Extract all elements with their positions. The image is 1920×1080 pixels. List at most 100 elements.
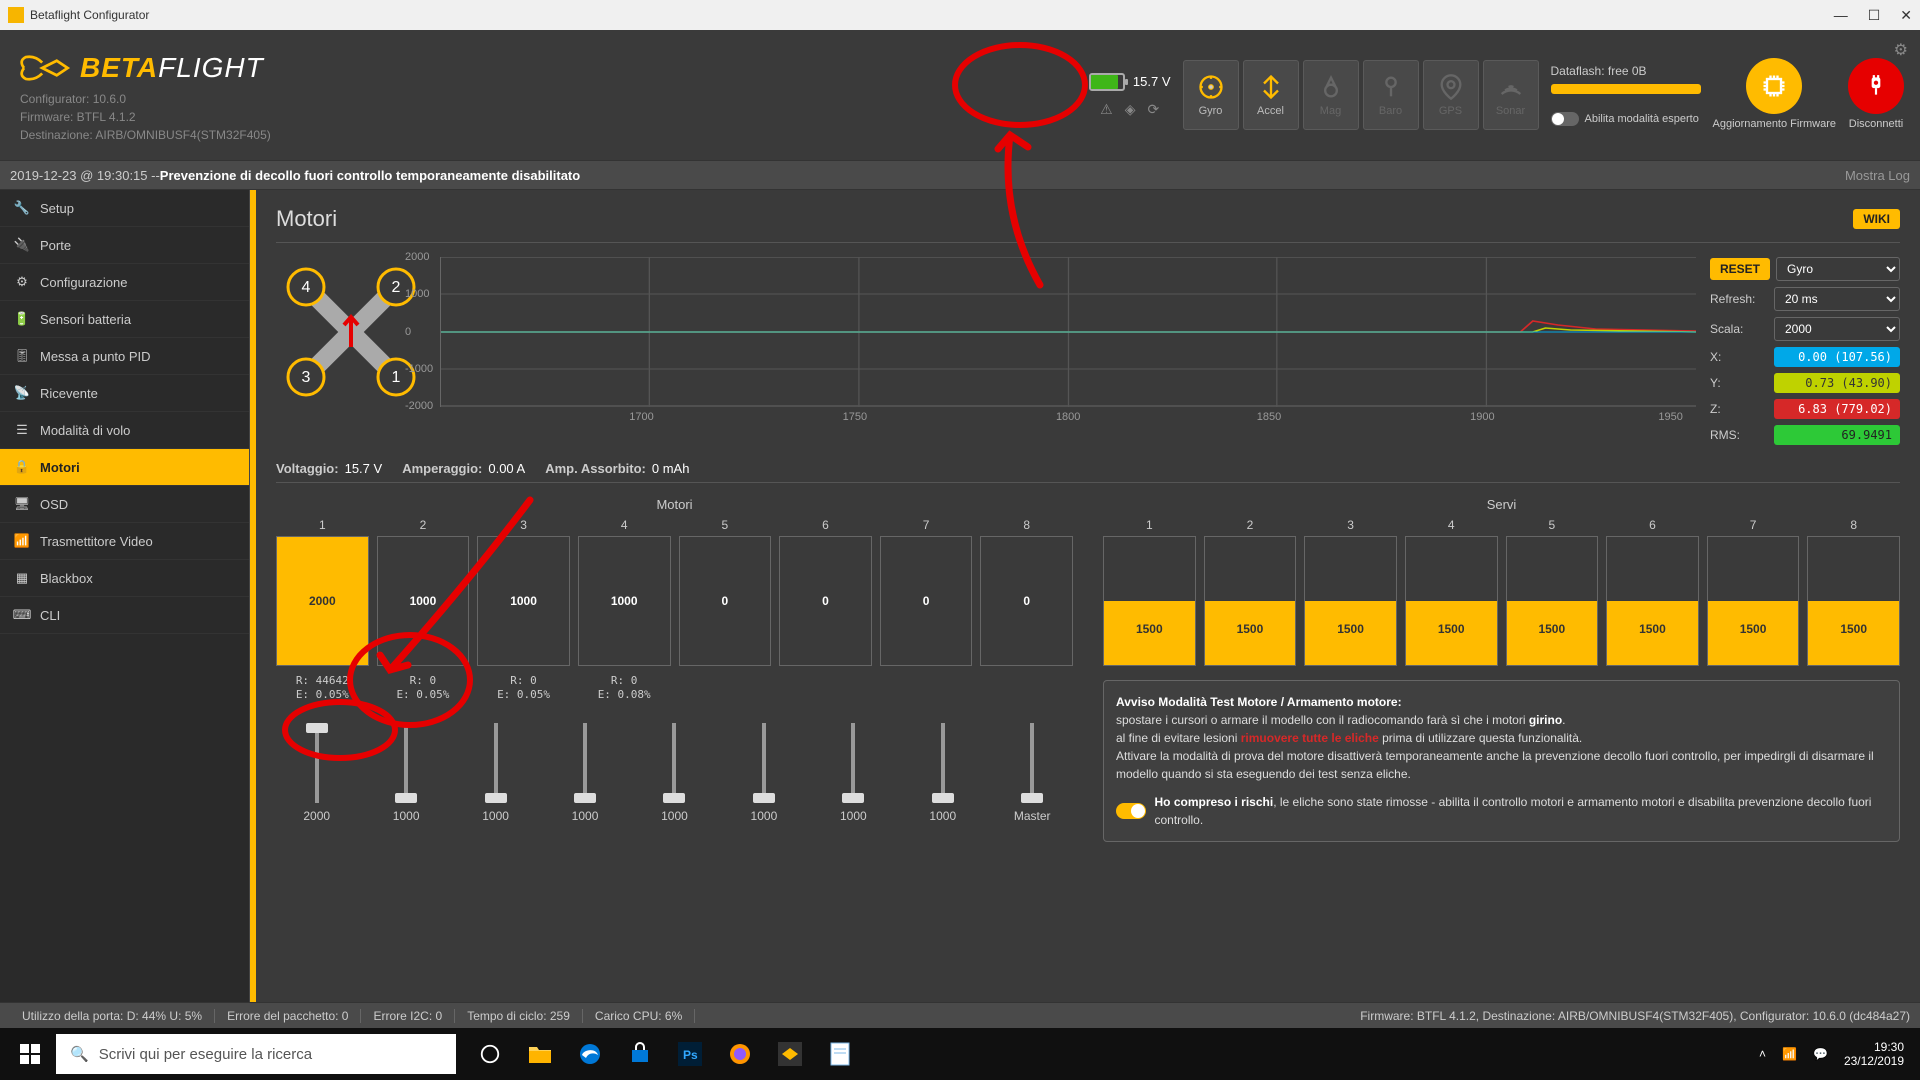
- brand-logo: BETAFLIGHT: [16, 48, 271, 88]
- window-title: Betaflight Configurator: [30, 8, 1834, 22]
- motor-slider-7[interactable]: 1000: [813, 723, 894, 823]
- firmware-version: Firmware: BTFL 4.1.2: [20, 110, 271, 124]
- cortana-icon[interactable]: [466, 1030, 514, 1078]
- sliders-icon: 🎚: [14, 348, 30, 364]
- sidebar-item-batteria[interactable]: 🔋Sensori batteria: [0, 301, 249, 338]
- refresh-select[interactable]: 20 ms: [1774, 287, 1900, 311]
- mah-value: 0 mAh: [652, 461, 690, 476]
- servo-bar-8: 81500: [1807, 518, 1900, 666]
- explorer-icon[interactable]: [516, 1030, 564, 1078]
- sidebar-item-porte[interactable]: 🔌Porte: [0, 227, 249, 264]
- action-center-icon[interactable]: 💬: [1813, 1047, 1828, 1061]
- photoshop-icon[interactable]: Ps: [666, 1030, 714, 1078]
- disconnect-button[interactable]: Disconnetti: [1848, 58, 1904, 131]
- motor-slider-8[interactable]: 1000: [902, 723, 983, 823]
- sidebar-item-blackbox[interactable]: ▦Blackbox: [0, 560, 249, 597]
- packet-error: Errore del pacchetto: 0: [215, 1009, 361, 1023]
- sensor-mag: Mag: [1303, 60, 1359, 130]
- motor-slider-2[interactable]: 1000: [365, 723, 446, 823]
- configurator-version: Configurator: 10.6.0: [20, 92, 271, 106]
- motor-slider-3[interactable]: 1000: [455, 723, 536, 823]
- lock-icon: 🔒: [14, 459, 30, 475]
- gear-icon: ⚙: [14, 274, 30, 290]
- axis-z-value: 6.83 (779.02): [1774, 399, 1900, 419]
- motor-slider-6[interactable]: 1000: [723, 723, 804, 823]
- link-icon: ◈: [1125, 101, 1136, 118]
- waves-icon: 📶: [14, 533, 30, 549]
- sidebar-item-vtx[interactable]: 📶Trasmettitore Video: [0, 523, 249, 560]
- firmware-update-button[interactable]: Aggiornamento Firmware: [1713, 58, 1837, 131]
- window-close-button[interactable]: ✕: [1900, 7, 1912, 24]
- battery-icon: [1089, 73, 1125, 91]
- source-select[interactable]: Gyro: [1776, 257, 1900, 281]
- servos-panel: Servi 1150021500315004150051500615007150…: [1103, 497, 1900, 842]
- message-text: Prevenzione di decollo fuori controllo t…: [160, 168, 580, 183]
- system-clock[interactable]: 19:30 23/12/2019: [1844, 1040, 1904, 1069]
- show-log-button[interactable]: Mostra Log: [1845, 168, 1910, 183]
- reset-button[interactable]: RESET: [1710, 258, 1770, 280]
- understand-risks-toggle[interactable]: [1116, 803, 1146, 819]
- windows-taskbar: 🔍 Scrivi qui per eseguire la ricerca Ps …: [0, 1028, 1920, 1080]
- page-title: Motori: [276, 206, 337, 232]
- wrench-icon: 🔧: [14, 200, 30, 216]
- taskbar-search[interactable]: 🔍 Scrivi qui per eseguire la ricerca: [56, 1034, 456, 1074]
- refresh-icon[interactable]: ⟳: [1148, 101, 1160, 118]
- amperage-value: 0.00 A: [488, 461, 525, 476]
- wifi-icon[interactable]: 📶: [1782, 1047, 1797, 1061]
- sidebar-item-ricevente[interactable]: 📡Ricevente: [0, 375, 249, 412]
- expert-mode-toggle[interactable]: [1551, 112, 1579, 126]
- scale-select[interactable]: 2000: [1774, 317, 1900, 341]
- message-bar: 2019-12-23 @ 19:30:15 -- Prevenzione di …: [0, 160, 1920, 190]
- cpu-load: Carico CPU: 6%: [583, 1009, 695, 1023]
- wiki-button[interactable]: WIKI: [1853, 209, 1900, 229]
- servo-bar-1: 11500: [1103, 518, 1196, 666]
- battery-icon: 🔋: [14, 311, 30, 327]
- window-minimize-button[interactable]: —: [1834, 7, 1848, 24]
- port-usage: Utilizzo della porta: D: 44% U: 5%: [10, 1009, 215, 1023]
- start-button[interactable]: [6, 1030, 54, 1078]
- dataflash-bar: [1551, 84, 1701, 94]
- settings-icon[interactable]: ⚙: [1894, 40, 1908, 60]
- edge-icon[interactable]: [566, 1030, 614, 1078]
- status-bar: Utilizzo della porta: D: 44% U: 5% Error…: [0, 1002, 1920, 1028]
- warning-icon: ⚠: [1100, 101, 1113, 118]
- signal-icon: 📡: [14, 385, 30, 401]
- sensor-status-panel: GyroAccelMagBaroGPSSonar: [1183, 60, 1539, 130]
- motor-bar-4: 41000R: 0E: 0.08%: [578, 518, 671, 703]
- store-icon[interactable]: [616, 1030, 664, 1078]
- firmware-info: Firmware: BTFL 4.1.2, Destinazione: AIRB…: [1360, 1009, 1910, 1023]
- sidebar-item-pid[interactable]: 🎚Messa a punto PID: [0, 338, 249, 375]
- target-name: Destinazione: AIRB/OMNIBUSF4(STM32F405): [20, 128, 271, 142]
- sidebar-nav: 🔧Setup🔌Porte⚙Configurazione🔋Sensori batt…: [0, 190, 250, 1002]
- sidebar-item-osd[interactable]: 🖥OSD: [0, 486, 249, 523]
- battery-indicator: 15.7 V: [1089, 73, 1171, 91]
- bee-icon: [16, 48, 72, 88]
- sidebar-item-setup[interactable]: 🔧Setup: [0, 190, 249, 227]
- window-titlebar: Betaflight Configurator — ☐ ✕: [0, 0, 1920, 30]
- sidebar-item-cli[interactable]: ⌨CLI: [0, 597, 249, 634]
- window-maximize-button[interactable]: ☐: [1868, 7, 1881, 24]
- firefox-icon[interactable]: [716, 1030, 764, 1078]
- app-header: ⚙ BETAFLIGHT Configurator: 10.6.0 Firmwa…: [0, 30, 1920, 160]
- gyro-graph: 2000 1000 0 -1000 -2000 1700 1750 1800 1…: [440, 257, 1696, 407]
- motor-slider-5[interactable]: 1000: [634, 723, 715, 823]
- notepad-icon[interactable]: [816, 1030, 864, 1078]
- graph-controls: RESET Gyro Refresh:20 ms Scala:2000 X:0.…: [1710, 257, 1900, 445]
- sidebar-item-motori[interactable]: 🔒Motori: [0, 449, 249, 486]
- message-timestamp: 2019-12-23 @ 19:30:15 --: [10, 168, 160, 183]
- motor-slider-9[interactable]: Master: [992, 723, 1073, 823]
- tray-expand-icon[interactable]: ˄: [1759, 1047, 1766, 1061]
- servo-bar-4: 41500: [1405, 518, 1498, 666]
- motor-layout-diagram: 4 2 3 1: [276, 257, 426, 407]
- sidebar-item-modalita[interactable]: ☰Modalità di volo: [0, 412, 249, 449]
- svg-text:Ps: Ps: [683, 1048, 698, 1062]
- i2c-error: Errore I2C: 0: [361, 1009, 455, 1023]
- servo-bar-2: 21500: [1204, 518, 1297, 666]
- motor-slider-4[interactable]: 1000: [544, 723, 625, 823]
- sensor-sonar: Sonar: [1483, 60, 1539, 130]
- sidebar-item-config[interactable]: ⚙Configurazione: [0, 264, 249, 301]
- svg-text:4: 4: [302, 279, 311, 296]
- betaflight-taskbar-icon[interactable]: [766, 1030, 814, 1078]
- motor-slider-1[interactable]: 2000: [276, 723, 357, 823]
- motor-bar-2: 21000R: 0E: 0.05%: [377, 518, 470, 703]
